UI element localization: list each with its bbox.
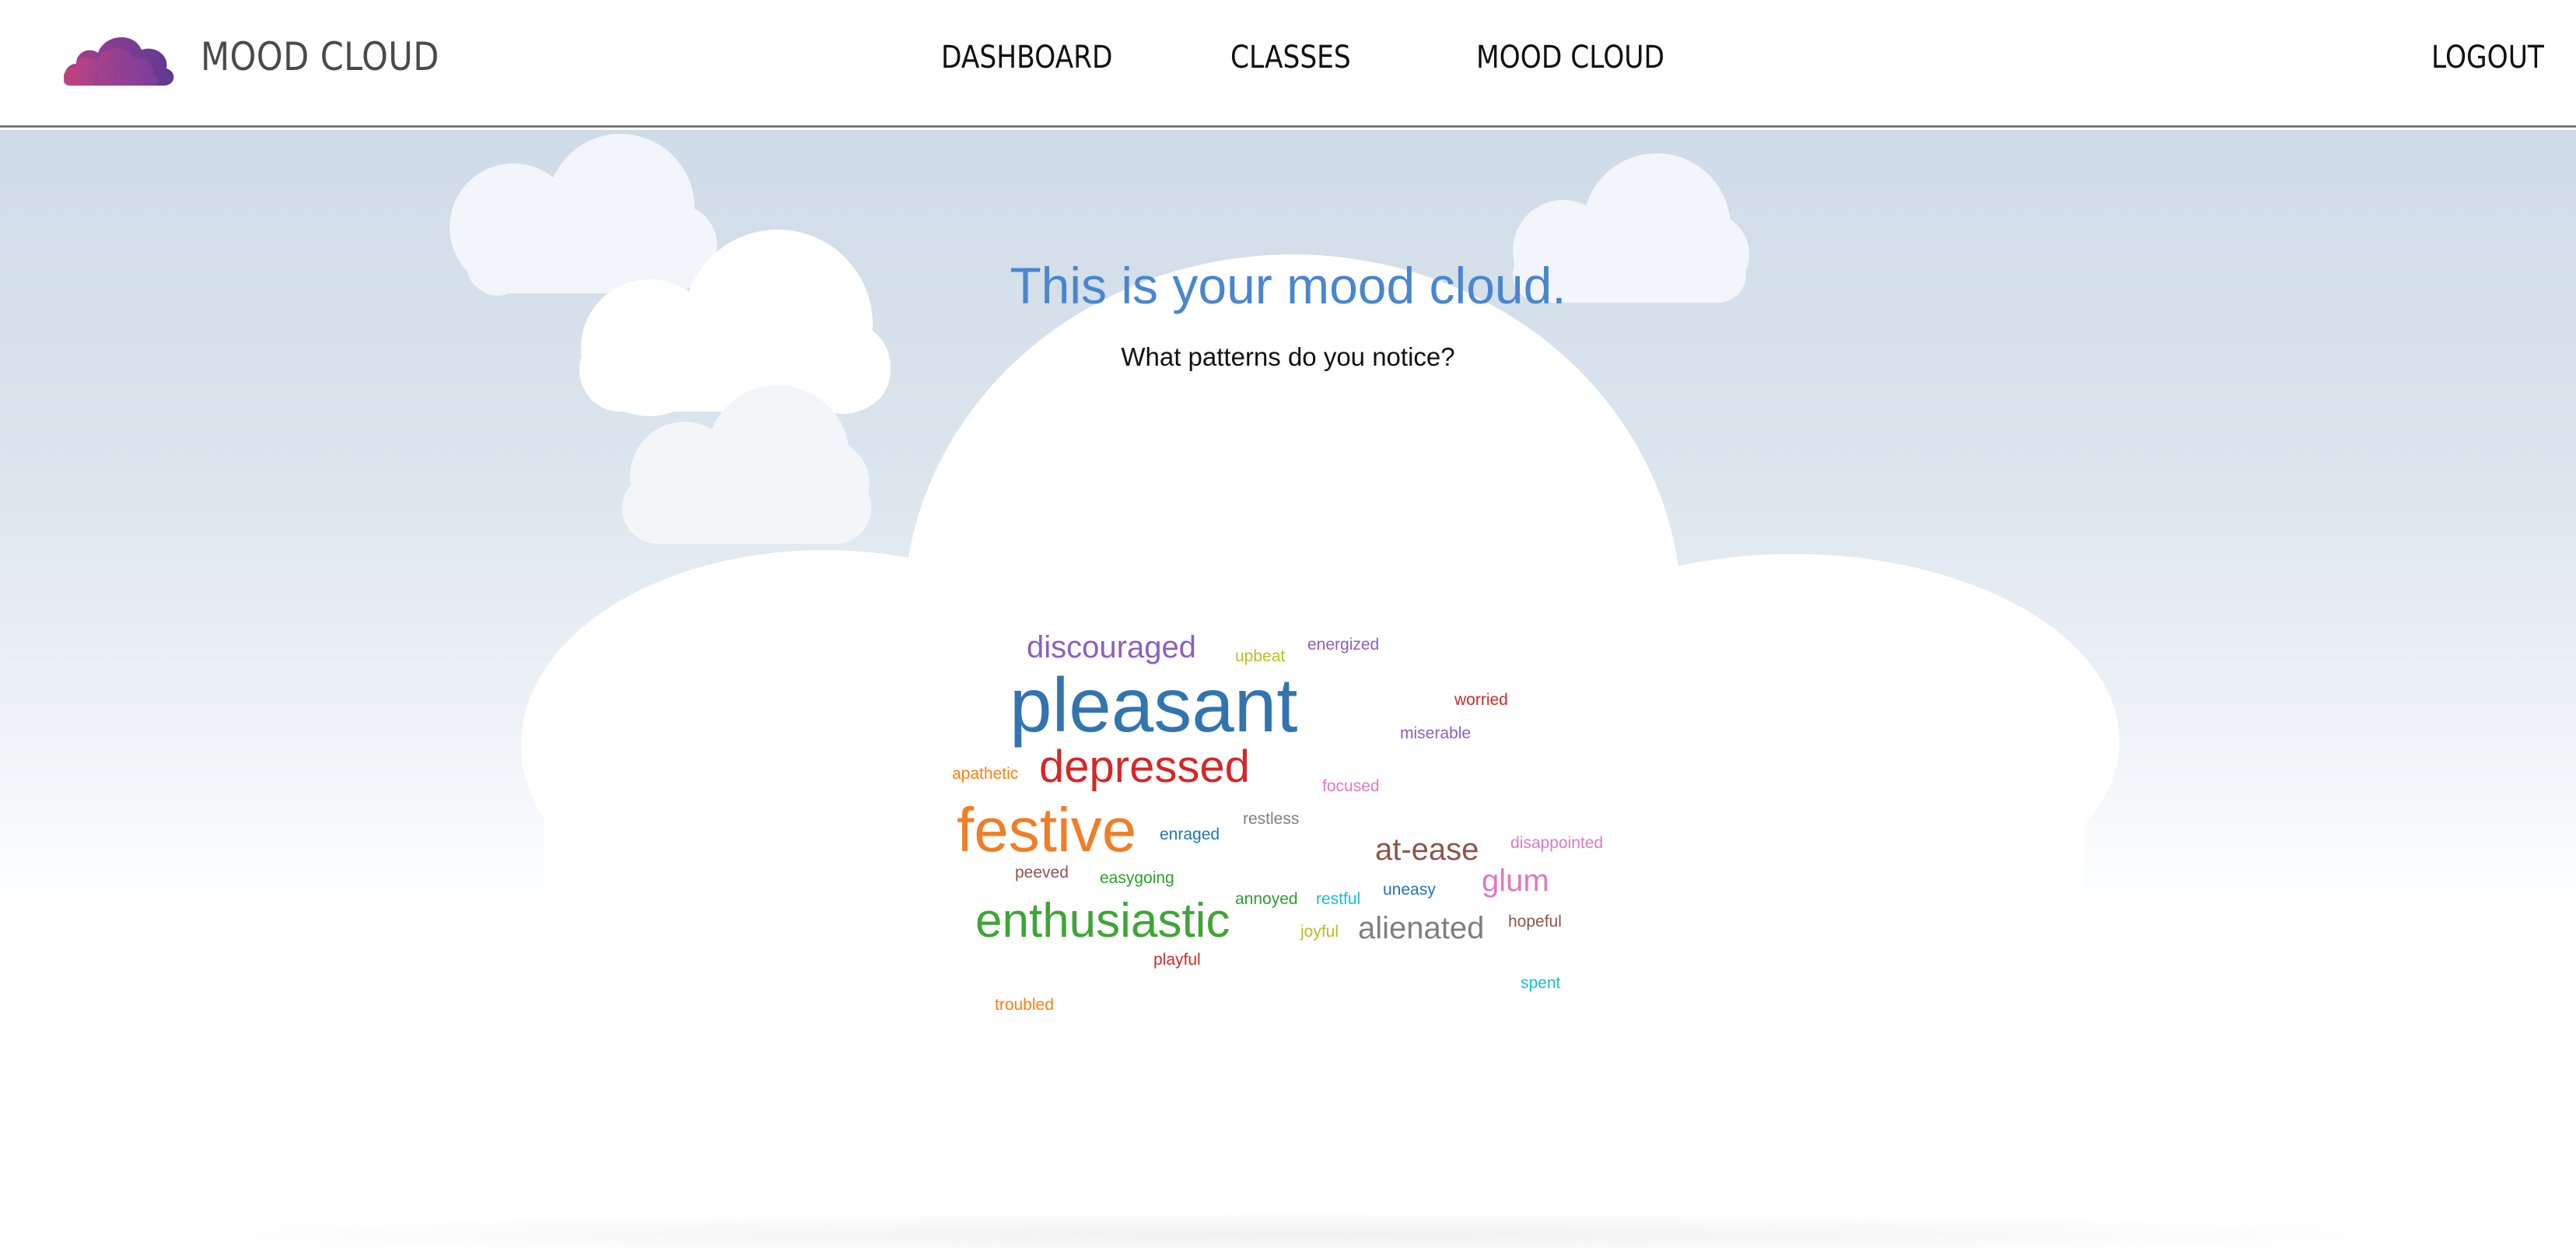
logout-link[interactable]: LOGOUT <box>2431 34 2544 81</box>
word-hopeful[interactable]: hopeful <box>1508 913 1562 930</box>
nav-mood-cloud[interactable]: MOOD CLOUD <box>1476 34 1664 81</box>
word-pleasant[interactable]: pleasant <box>1010 667 1298 743</box>
word-peeved[interactable]: peeved <box>1015 864 1069 881</box>
word-restful[interactable]: restful <box>1316 891 1360 907</box>
word-joyful[interactable]: joyful <box>1300 924 1339 940</box>
word-disappointed[interactable]: disappointed <box>1510 835 1603 851</box>
top-navigation-bar: MOOD CLOUD DASHBOARD CLASSES MOOD CLOUD … <box>0 0 2576 128</box>
word-worried[interactable]: worried <box>1454 692 1508 708</box>
mood-cloud-hero: This is your mood cloud. What patterns d… <box>0 130 2576 1248</box>
word-alienated[interactable]: alienated <box>1358 913 1484 944</box>
mood-word-cloud: discouraged upbeat energized pleasant wo… <box>0 130 2576 1248</box>
word-troubled[interactable]: troubled <box>995 997 1054 1013</box>
word-glum[interactable]: glum <box>1482 865 1549 896</box>
word-depressed[interactable]: depressed <box>1039 745 1250 790</box>
word-annoyed[interactable]: annoyed <box>1235 891 1298 907</box>
word-discouraged[interactable]: discouraged <box>1027 632 1196 663</box>
cloud-logo-icon[interactable] <box>64 23 176 89</box>
nav-dashboard[interactable]: DASHBOARD <box>941 34 1113 81</box>
word-energized[interactable]: energized <box>1307 636 1379 653</box>
word-miserable[interactable]: miserable <box>1400 725 1471 741</box>
word-playful[interactable]: playful <box>1153 952 1201 968</box>
word-enthusiastic[interactable]: enthusiastic <box>975 897 1230 945</box>
word-spent[interactable]: spent <box>1521 975 1560 991</box>
word-focused[interactable]: focused <box>1322 778 1380 794</box>
brand-name[interactable]: MOOD CLOUD <box>201 31 439 82</box>
word-restless[interactable]: restless <box>1243 811 1299 827</box>
footer-shadow <box>117 1211 2481 1248</box>
word-easygoing[interactable]: easygoing <box>1100 870 1174 886</box>
word-at-ease[interactable]: at-ease <box>1375 834 1479 865</box>
word-festive[interactable]: festive <box>957 799 1136 861</box>
word-apathetic[interactable]: apathetic <box>952 766 1018 782</box>
word-enraged[interactable]: enraged <box>1160 826 1220 843</box>
word-uneasy[interactable]: uneasy <box>1383 882 1436 898</box>
nav-classes[interactable]: CLASSES <box>1230 34 1351 81</box>
